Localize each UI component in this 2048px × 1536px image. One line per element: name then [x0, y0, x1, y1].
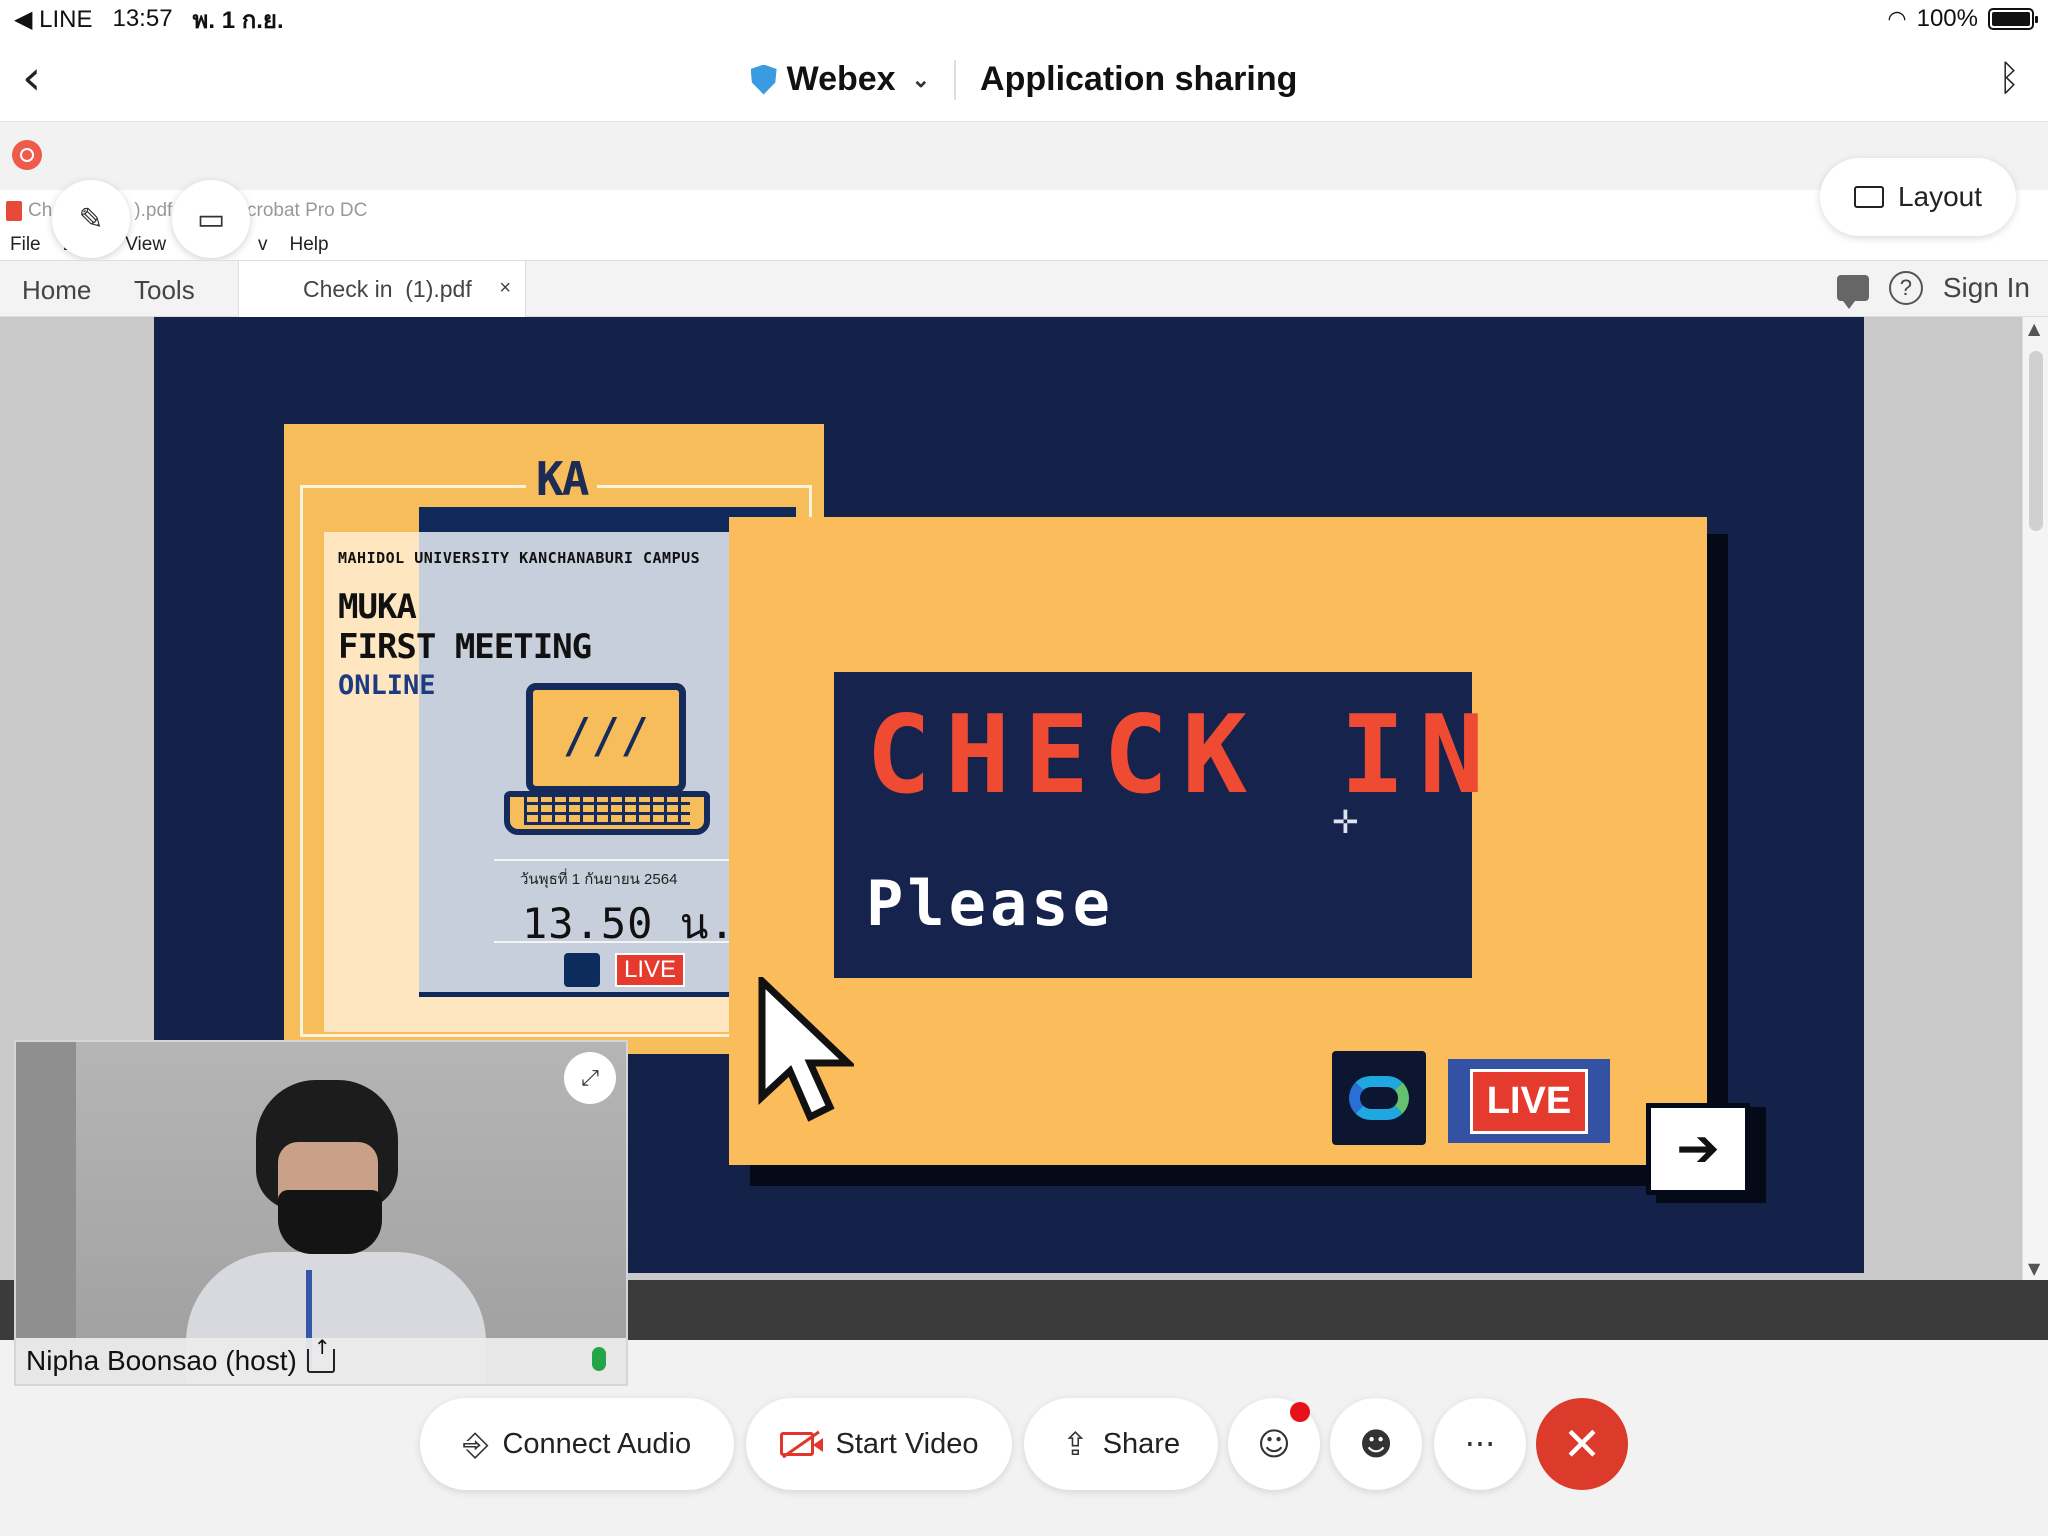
header-divider — [954, 59, 957, 100]
start-video-label: Start Video — [835, 1427, 979, 1460]
meeting-header: ‹ Webex ⌄ Application sharing ᛒ — [0, 38, 2048, 122]
laptop-icon: /// — [526, 683, 686, 793]
status-time: 13:57 — [112, 5, 173, 32]
start-video-button[interactable]: Start Video — [746, 1398, 1012, 1490]
poster-divider-top — [494, 859, 730, 861]
participants-button[interactable]: ☺ — [1228, 1398, 1320, 1490]
reaction-icon: ☻ — [1359, 1425, 1393, 1463]
back-chevron-icon[interactable]: ‹ — [22, 54, 62, 104]
webex-logo-large-icon — [1332, 1051, 1426, 1145]
scrollbar-thumb[interactable] — [2029, 351, 2043, 531]
close-icon: ✕ — [1562, 1417, 1602, 1471]
acrobat-tab-bar: Home Tools Check in (1).pdf × ? Sign In — [0, 260, 2048, 318]
arrow-right-icon: ➔ — [1646, 1103, 1750, 1195]
video-off-icon — [779, 1432, 823, 1456]
connect-audio-icon: ⎆ — [462, 1424, 489, 1463]
expand-video-icon[interactable]: ⤢ — [564, 1052, 616, 1104]
annotate-icon[interactable]: ✎ — [52, 180, 130, 258]
laptop-keyboard — [524, 797, 690, 825]
participant-mask — [278, 1190, 382, 1254]
connect-audio-label: Connect Audio — [502, 1427, 692, 1460]
please-text: Please — [866, 867, 1114, 940]
share-icon: ⇪ — [1061, 1425, 1089, 1463]
menu-window-tail[interactable]: v — [258, 234, 268, 256]
chevron-down-icon: ⌄ — [911, 66, 931, 92]
share-button[interactable]: ⇪ Share — [1024, 1398, 1218, 1490]
sign-in-link[interactable]: Sign In — [1943, 272, 2030, 304]
pdf-file-icon — [6, 201, 22, 221]
ka-logo: KA — [526, 452, 598, 506]
window-title-ext: ).pdf — [134, 200, 173, 221]
poster-title-line2: FIRST MEETING — [338, 627, 592, 667]
app-name: Webex — [786, 60, 896, 98]
poster-university: MAHIDOL UNIVERSITY KANCHANABURI CAMPUS — [338, 549, 701, 567]
shared-acrobat-titlebar: Ch ).pdf Acrobat Pro DC File L View W v … — [0, 190, 2048, 260]
window-title-start: Ch — [28, 200, 53, 221]
scroll-down-icon[interactable]: ▼ — [2028, 1259, 2040, 1278]
screen-share-control-icon[interactable]: ▭ — [172, 180, 250, 258]
webex-switcher[interactable]: Webex ⌄ — [750, 60, 931, 99]
live-badge-large: LIVE — [1448, 1059, 1610, 1143]
check-in-heading: CHECK IN — [866, 693, 1499, 818]
participants-icon: ☺ — [1257, 1425, 1291, 1463]
shield-icon — [750, 64, 777, 95]
layout-button[interactable]: Layout — [1820, 158, 2016, 236]
tab-home[interactable]: Home — [22, 275, 91, 306]
document-tab-label: Check in (1).pdf — [303, 276, 472, 302]
crosshair-cursor-icon: ✛ — [1332, 803, 1359, 841]
share-label: Share — [1102, 1427, 1181, 1460]
reactions-button[interactable]: ☻ — [1330, 1398, 1422, 1490]
menu-file[interactable]: File — [10, 234, 41, 256]
page-title: Application sharing — [980, 60, 1298, 98]
window-title-app: Acrobat Pro DC — [234, 200, 368, 221]
participant-name: Nipha Boonsao (host) — [26, 1345, 297, 1376]
sharing-icon — [306, 1335, 335, 1373]
back-to-line-link[interactable]: ◀ LINE — [14, 5, 92, 34]
status-bar: ◀ LINE 13:57 พ. 1 ก.ย. ◠ 100% — [0, 0, 2048, 38]
help-icon[interactable]: ? — [1888, 271, 1923, 305]
webex-logo-icon — [564, 953, 600, 987]
poster-online: ONLINE — [338, 670, 436, 701]
battery-icon — [1988, 8, 2038, 30]
recording-indicator-icon[interactable] — [12, 140, 42, 170]
participant-name-bar: Nipha Boonsao (host) — [16, 1335, 626, 1384]
tab-document[interactable]: Check in (1).pdf × — [238, 261, 526, 318]
microphone-icon — [592, 1347, 606, 1371]
bluetooth-icon: ᛒ — [1998, 58, 2020, 99]
layout-icon — [1853, 186, 1884, 208]
menu-help[interactable]: Help — [289, 234, 328, 256]
battery-percent: 100% — [1916, 5, 1978, 32]
poster-divider-bottom — [494, 941, 730, 943]
connect-audio-button[interactable]: ⎆ Connect Audio — [420, 1398, 734, 1490]
video-wall — [16, 1042, 76, 1342]
live-badge-label: LIVE — [1469, 1068, 1589, 1134]
scroll-up-icon[interactable]: ▲ — [2028, 319, 2040, 338]
end-call-button[interactable]: ✕ — [1536, 1398, 1628, 1490]
poster-time: 13.50 น. — [522, 899, 736, 948]
vertical-scrollbar[interactable]: ▲ ▼ — [2022, 317, 2048, 1280]
more-options-button[interactable]: ··· — [1434, 1398, 1526, 1490]
pointer-cursor-icon — [758, 977, 854, 1122]
tab-tools[interactable]: Tools — [134, 275, 195, 306]
close-tab-icon[interactable]: × — [499, 277, 511, 300]
status-date: พ. 1 ก.ย. — [192, 6, 284, 34]
comment-icon[interactable] — [1836, 275, 1869, 309]
menu-view[interactable]: View — [125, 234, 166, 256]
layout-label: Layout — [1897, 181, 1983, 212]
self-view-video[interactable]: ⤢ Nipha Boonsao (host) — [14, 1040, 628, 1386]
poster-title-line1: MUKA — [338, 587, 417, 627]
poster-date: วันพุธที่ 1 กันยายน 2564 — [520, 871, 678, 888]
wifi-icon: ◠ — [1887, 6, 1907, 32]
notification-dot — [1290, 1402, 1310, 1422]
poster-live-badge: LIVE — [615, 953, 685, 987]
more-icon: ··· — [1464, 1425, 1496, 1463]
